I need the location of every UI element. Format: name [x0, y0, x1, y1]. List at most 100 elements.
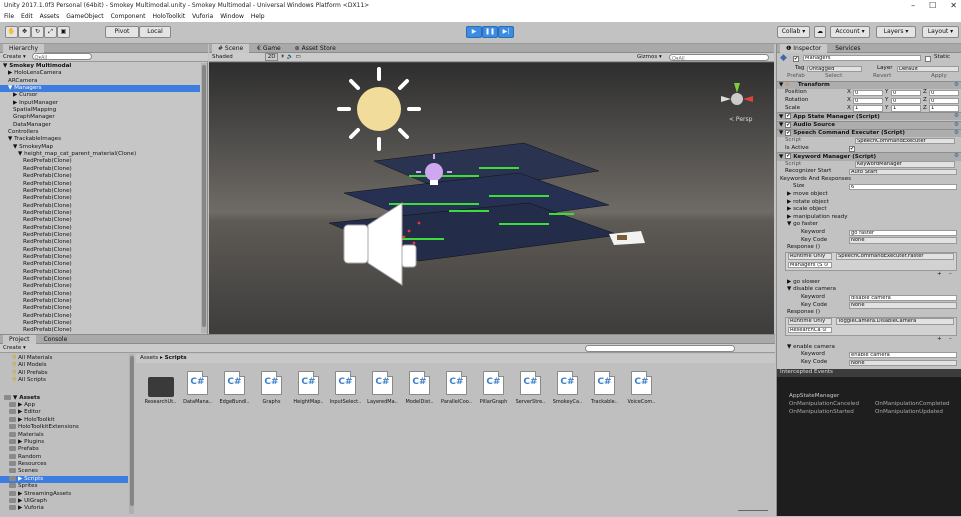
hierarchy-row[interactable]: RedPrefab(Clone) — [0, 210, 200, 217]
prefab-apply-button[interactable]: Apply — [931, 73, 947, 81]
cloud-icon[interactable]: ☁ — [814, 26, 826, 38]
keyword-item[interactable]: ▶ go slower — [777, 279, 961, 287]
static-checkbox[interactable] — [925, 56, 931, 62]
csharp-script-icon[interactable]: C# — [335, 371, 356, 395]
keycode-dropdown[interactable]: None — [849, 359, 957, 367]
csharp-script-icon[interactable]: C# — [409, 371, 430, 395]
hierarchy-row[interactable]: ▼ SmokeyMap — [0, 144, 200, 151]
audio-toggle-icon[interactable]: 🔈 — [287, 54, 294, 60]
pause-button[interactable]: ❚❚ — [482, 26, 498, 38]
rotate-tool-icon[interactable]: ↻ — [31, 26, 44, 38]
hierarchy-row[interactable]: ARCamera — [0, 78, 200, 85]
2d-toggle[interactable]: 2D — [264, 53, 279, 61]
transform-z-field[interactable]: 1 — [929, 105, 959, 112]
transform-z-field[interactable]: 0 — [929, 89, 959, 97]
rect-tool-icon[interactable]: ▣ — [57, 26, 70, 38]
tab-project[interactable]: Project — [3, 335, 36, 344]
transform-header[interactable]: ▼ ⊹ Transform ⚙ — [777, 81, 961, 90]
csharp-script-icon[interactable]: C# — [557, 371, 578, 395]
hierarchy-row[interactable]: ▼ Smokey Multimodal — [0, 63, 200, 70]
hierarchy-row[interactable]: RedPrefab(Clone) — [0, 269, 200, 276]
tag-dropdown[interactable]: Untagged — [807, 65, 862, 73]
hierarchy-row[interactable]: RedPrefab(Clone) — [0, 173, 200, 180]
breadcrumb-assets[interactable]: Assets — [140, 355, 158, 361]
menu-item-window[interactable]: Window — [220, 11, 244, 22]
tab-inspector[interactable]: ❶ Inspector — [780, 44, 828, 53]
hierarchy-create-button[interactable]: Create ▾ — [0, 54, 26, 60]
hierarchy-row[interactable]: SpatialMapping — [0, 107, 200, 114]
script-field[interactable]: SpeechCommandExecuter — [855, 137, 955, 145]
keyword-manager-header[interactable]: ▼ ✔ Keyword Manager (Script) ⚙ — [777, 152, 961, 161]
layout-dropdown[interactable]: Layout ▾ — [922, 26, 959, 38]
icon-size-slider[interactable] — [738, 509, 768, 512]
menu-item-gameobject[interactable]: GameObject — [66, 11, 103, 22]
shading-dropdown[interactable]: Shaded — [209, 53, 259, 62]
transform-y-field[interactable]: 0 — [891, 89, 921, 97]
hierarchy-row[interactable]: RedPrefab(Clone) — [0, 254, 200, 261]
project-create-button[interactable]: Create ▾ — [0, 345, 26, 351]
folder-item[interactable]: ▶ StreamingAssets — [0, 490, 128, 498]
transform-x-field[interactable]: 1 — [853, 105, 883, 112]
hierarchy-row[interactable]: RedPrefab(Clone) — [0, 203, 200, 210]
kar-row[interactable]: Keywords And Responses — [777, 176, 961, 184]
step-button[interactable]: ▶| — [498, 26, 514, 38]
tab-console[interactable]: Console — [37, 335, 73, 344]
menu-item-help[interactable]: Help — [251, 11, 265, 22]
csharp-script-icon[interactable]: C# — [631, 371, 652, 395]
transform-y-field[interactable]: 0 — [891, 97, 921, 105]
folder-item[interactable]: ▶ Scripts — [0, 475, 128, 484]
layers-dropdown[interactable]: Layers ▾ — [876, 26, 916, 38]
tab-scene[interactable]: # Scene — [212, 44, 250, 53]
csharp-script-icon[interactable]: C# — [261, 371, 282, 395]
hierarchy-row[interactable]: RedPrefab(Clone) — [0, 298, 200, 305]
hierarchy-row[interactable]: RedPrefab(Clone) — [0, 232, 200, 239]
is-active-checkbox[interactable]: ✔ — [849, 145, 855, 152]
project-search-input[interactable] — [585, 345, 735, 352]
folder-item[interactable]: ▶ UIGraph — [0, 498, 128, 505]
audio-source-header[interactable]: ▼ ✔ Audio Source ⚙ — [777, 120, 961, 129]
folder-item[interactable]: ▶ HoloToolkit — [0, 416, 128, 424]
lighting-toggle-icon[interactable]: ☀ — [280, 54, 285, 60]
transform-x-field[interactable]: 0 — [853, 89, 883, 97]
app-state-manager-header[interactable]: ▼ ✔ App State Manager (Script) ⚙ — [777, 112, 961, 121]
keycode-dropdown[interactable]: None — [849, 237, 957, 244]
folder-item[interactable]: ▶ Plugins — [0, 438, 128, 446]
favorite-item[interactable]: ⚲ All Prefabs — [0, 370, 128, 377]
menu-item-edit[interactable]: Edit — [21, 11, 33, 22]
maximize-button[interactable]: ☐ — [929, 0, 936, 11]
gizmos-dropdown[interactable]: Gizmos ▾ — [637, 53, 662, 62]
hierarchy-row[interactable]: RedPrefab(Clone) — [0, 217, 200, 224]
script-field[interactable]: KeywordManager — [855, 161, 955, 168]
menu-item-component[interactable]: Component — [111, 11, 146, 22]
hierarchy-row[interactable]: RedPrefab(Clone) — [0, 261, 200, 268]
hierarchy-scrollbar[interactable] — [201, 63, 207, 333]
prefab-revert-button[interactable]: Revert — [873, 73, 891, 81]
prefab-select-button[interactable]: Select — [825, 73, 842, 81]
pivot-toggle[interactable]: Pivot — [105, 26, 139, 38]
hierarchy-row[interactable]: ▶ HoloLensCamera — [0, 70, 200, 77]
hierarchy-row[interactable]: GraphManager — [0, 114, 200, 121]
add-response-button[interactable]: + — [937, 271, 942, 279]
size-field[interactable]: 6 — [849, 183, 957, 191]
folder-item[interactable]: Random — [0, 453, 128, 461]
hierarchy-row[interactable]: RedPrefab(Clone) — [0, 283, 200, 290]
effects-toggle-icon[interactable]: ▭ — [296, 54, 301, 60]
keyword-item[interactable]: ▶ rotate object — [777, 199, 961, 207]
target-object-field[interactable]: Managers (S ⊙ — [788, 261, 832, 269]
folder-item[interactable]: Resources — [0, 461, 128, 468]
hierarchy-row[interactable]: RedPrefab(Clone) — [0, 166, 200, 173]
hierarchy-row[interactable]: RedPrefab(Clone) — [0, 225, 200, 232]
folder-item[interactable]: HoloToolkitExtensions — [0, 424, 128, 431]
keyword-item[interactable]: ▼ enable camera — [777, 344, 961, 352]
csharp-script-icon[interactable]: C# — [446, 371, 467, 395]
favorite-item[interactable]: ⚲ All Models — [0, 362, 128, 369]
folder-item[interactable]: Prefabs — [0, 446, 128, 453]
layer-dropdown[interactable]: Default — [897, 65, 959, 73]
hierarchy-row[interactable]: RedPrefab(Clone) — [0, 188, 200, 195]
keyword-item[interactable]: ▶ scale object — [777, 206, 961, 214]
function-dropdown[interactable]: SpeechCommandExecuter.Faster — [836, 253, 954, 260]
hierarchy-row[interactable]: RedPrefab(Clone) — [0, 305, 200, 312]
hierarchy-row[interactable]: ▼ height_map_cat_parent_material(Clone) — [0, 151, 200, 158]
folder-item[interactable]: Sprites — [0, 483, 128, 490]
folder-item[interactable]: ▶ Editor — [0, 409, 128, 416]
